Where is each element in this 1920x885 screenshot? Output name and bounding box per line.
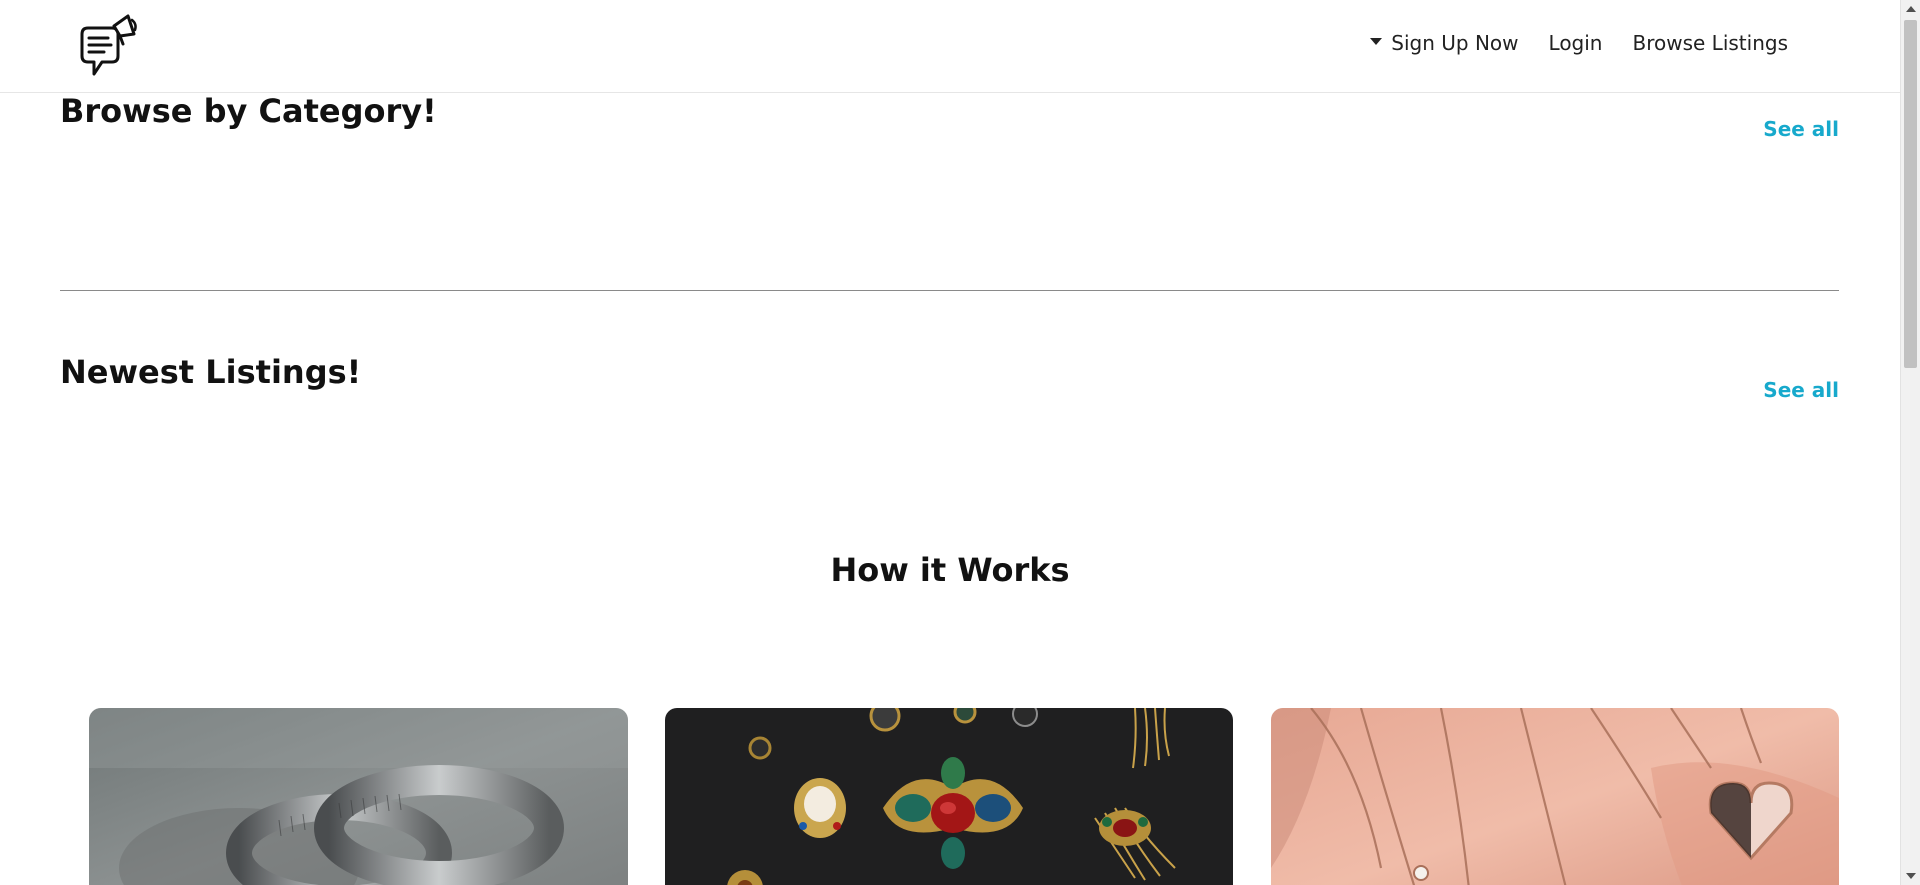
- login-link[interactable]: Login: [1549, 31, 1603, 55]
- how-it-works-card-necklaces[interactable]: [1271, 708, 1839, 885]
- how-it-works-card-rings[interactable]: [89, 708, 628, 885]
- section-divider: [60, 290, 1839, 291]
- browse-listings-link[interactable]: Browse Listings: [1633, 31, 1789, 55]
- see-all-listings-link[interactable]: See all: [1763, 378, 1839, 402]
- scroll-up-icon[interactable]: [1906, 6, 1916, 12]
- newest-listings-title: Newest Listings!: [60, 353, 362, 391]
- site-header: Sign Up Now Login Browse Listings: [0, 0, 1900, 93]
- main-nav: Sign Up Now Login Browse Listings: [1370, 31, 1788, 55]
- signup-dropdown[interactable]: Sign Up Now: [1370, 31, 1519, 55]
- how-it-works-card-brooches[interactable]: [665, 708, 1233, 885]
- browse-category-title: Browse by Category!: [60, 92, 437, 130]
- rose-gold-necklaces-image: [1271, 708, 1839, 885]
- logo-icon[interactable]: [76, 12, 140, 80]
- how-it-works-title: How it Works: [830, 551, 1070, 589]
- see-all-categories-link[interactable]: See all: [1763, 117, 1839, 141]
- silver-rings-image: [89, 708, 628, 885]
- scrollbar-thumb[interactable]: [1904, 20, 1917, 368]
- vertical-scrollbar[interactable]: [1900, 0, 1920, 885]
- vintage-brooches-image: [665, 708, 1233, 885]
- page: Sign Up Now Login Browse Listings Browse…: [0, 0, 1920, 885]
- signup-label: Sign Up Now: [1391, 31, 1519, 55]
- scroll-down-icon[interactable]: [1906, 873, 1916, 879]
- caret-down-icon: [1370, 37, 1383, 45]
